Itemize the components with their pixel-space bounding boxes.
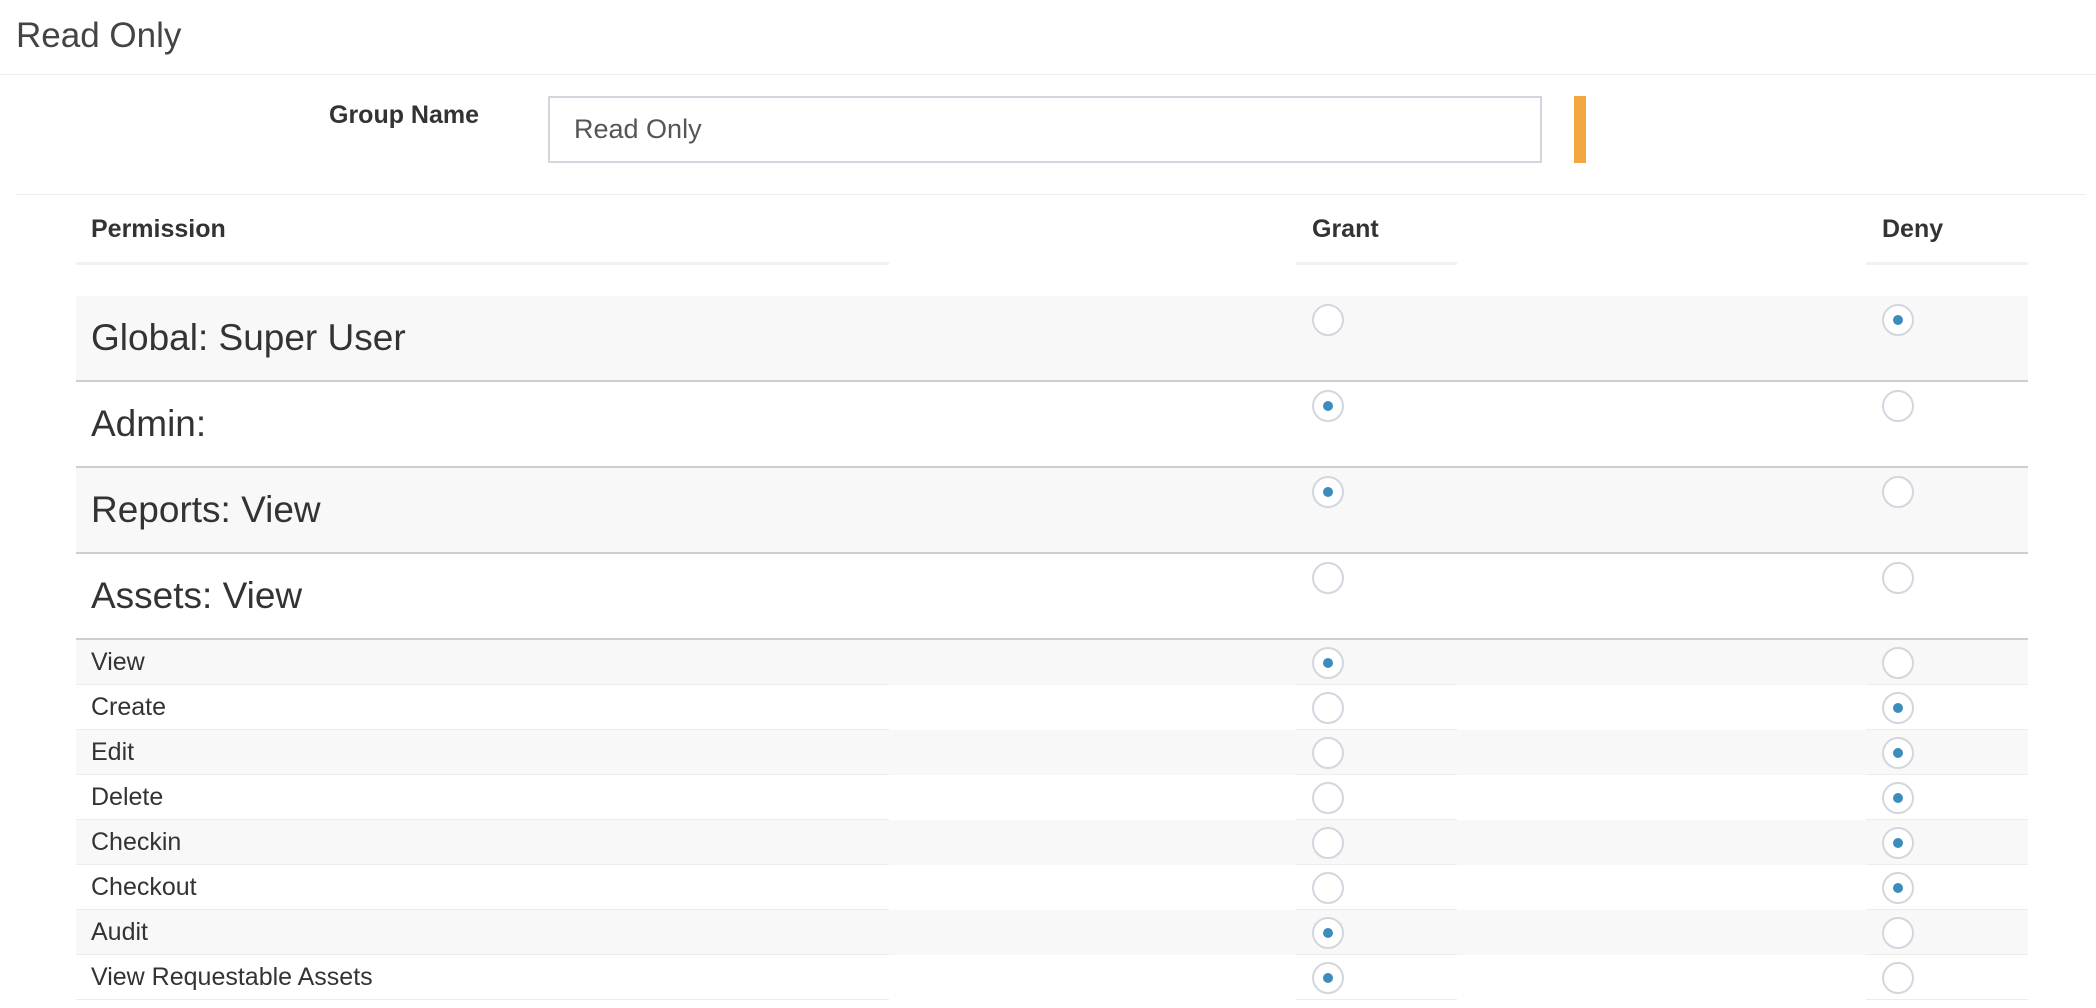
page-title: Read Only: [16, 16, 182, 55]
column-header-grant: Grant: [1312, 215, 1379, 243]
radio-selected-dot: [1893, 703, 1903, 713]
row-separator-segment: [1866, 999, 2028, 1000]
radio-selected-dot: [1323, 973, 1333, 983]
row-separator-segment: [1296, 999, 1457, 1000]
permission-section-row: Admin:: [76, 382, 2028, 468]
group-name-label: Group Name: [329, 101, 480, 129]
deny-radio[interactable]: [1882, 304, 1914, 336]
radio-selected-dot: [1323, 401, 1333, 411]
permission-section-row: Assets: View: [76, 554, 2028, 640]
grant-radio[interactable]: [1312, 476, 1344, 508]
radio-selected-dot: [1323, 658, 1333, 668]
permission-label: Edit: [91, 738, 135, 766]
permissions-table: Global: Super User Admin: Reports: View Ass…: [76, 296, 2028, 1000]
group-name-input[interactable]: [548, 96, 1542, 163]
radio-selected-dot: [1893, 838, 1903, 848]
grant-radio[interactable]: [1312, 390, 1344, 422]
grant-radio[interactable]: [1312, 304, 1344, 336]
row-separator: [76, 999, 2028, 1000]
permission-label: Assets: View: [91, 575, 303, 616]
radio-selected-dot: [1893, 793, 1903, 803]
grant-radio[interactable]: [1312, 872, 1344, 904]
row-separator-segment: [76, 999, 889, 1000]
permission-label: Create: [91, 693, 167, 721]
permission-label: Audit: [91, 918, 148, 946]
permission-row: Delete: [76, 775, 2028, 820]
grant-radio[interactable]: [1312, 737, 1344, 769]
form-divider: [16, 194, 2086, 195]
grant-radio[interactable]: [1312, 782, 1344, 814]
permission-row: Checkin: [76, 820, 2028, 865]
permission-label: View: [91, 648, 145, 676]
grant-radio[interactable]: [1312, 562, 1344, 594]
permission-row: Audit: [76, 910, 2028, 955]
column-underline-deny: [1866, 262, 2028, 265]
permission-label: Checkin: [91, 828, 182, 856]
radio-selected-dot: [1893, 883, 1903, 893]
permission-label: Global: Super User: [91, 317, 406, 358]
permission-row: View: [76, 640, 2028, 685]
permission-label: Checkout: [91, 873, 197, 901]
radio-selected-dot: [1323, 928, 1333, 938]
deny-radio[interactable]: [1882, 476, 1914, 508]
permission-row: Edit: [76, 730, 2028, 775]
grant-radio[interactable]: [1312, 917, 1344, 949]
header-divider: [0, 74, 2096, 75]
permission-label: Admin:: [91, 403, 207, 444]
radio-selected-dot: [1893, 748, 1903, 758]
deny-radio[interactable]: [1882, 782, 1914, 814]
deny-radio[interactable]: [1882, 962, 1914, 994]
radio-selected-dot: [1893, 315, 1903, 325]
grant-radio[interactable]: [1312, 962, 1344, 994]
column-underline-grant: [1296, 262, 1457, 265]
permission-row: View Requestable Assets: [76, 955, 2028, 1000]
radio-selected-dot: [1323, 487, 1333, 497]
permission-label: Delete: [91, 783, 164, 811]
column-underline-permission: [76, 262, 889, 265]
deny-radio[interactable]: [1882, 737, 1914, 769]
permission-label: Reports: View: [91, 489, 321, 530]
permission-section-row: Global: Super User: [76, 296, 2028, 382]
column-header-permission: Permission: [91, 215, 226, 243]
deny-radio[interactable]: [1882, 827, 1914, 859]
required-indicator: [1574, 96, 1586, 163]
grant-radio[interactable]: [1312, 827, 1344, 859]
deny-radio[interactable]: [1882, 647, 1914, 679]
deny-radio[interactable]: [1882, 917, 1914, 949]
deny-radio[interactable]: [1882, 562, 1914, 594]
deny-radio[interactable]: [1882, 390, 1914, 422]
permission-row: Create: [76, 685, 2028, 730]
permission-row: Checkout: [76, 865, 2028, 910]
deny-radio[interactable]: [1882, 692, 1914, 724]
column-header-deny: Deny: [1882, 215, 1944, 243]
permission-label: View Requestable Assets: [91, 963, 373, 991]
deny-radio[interactable]: [1882, 872, 1914, 904]
permission-section-row: Reports: View: [76, 468, 2028, 554]
grant-radio[interactable]: [1312, 692, 1344, 724]
grant-radio[interactable]: [1312, 647, 1344, 679]
